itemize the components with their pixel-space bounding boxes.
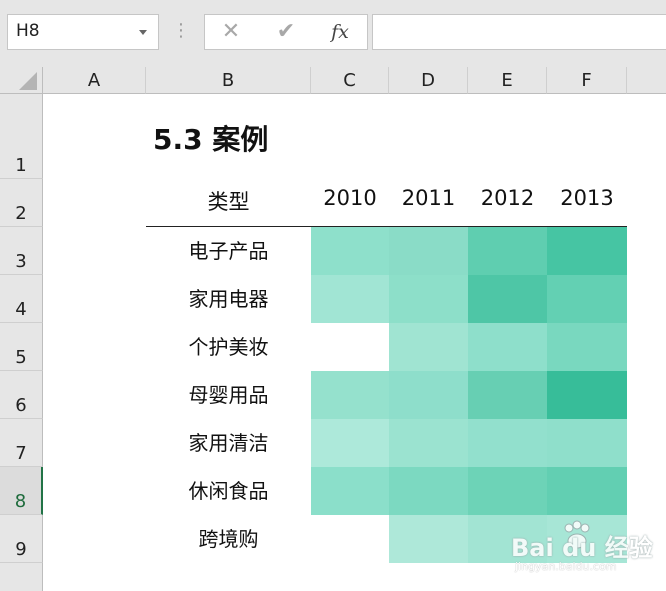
enter-icon[interactable]: ✔ [266,14,306,50]
heatmap-cell[interactable] [468,419,547,467]
heatmap-grid [311,227,627,563]
row-header-9[interactable]: 9 [0,515,43,563]
heatmap-cell[interactable] [389,371,468,419]
header-year-2010: 2010 [323,186,377,210]
heatmap-cell[interactable] [389,275,468,323]
heatmap-cell[interactable] [547,467,627,515]
heatmap-cell[interactable] [389,323,468,371]
heatmap-cell[interactable] [311,467,389,515]
column-header-f[interactable]: F [547,67,627,94]
heatmap-cell[interactable] [389,515,468,563]
column-header-d[interactable]: D [389,67,468,94]
formula-input[interactable] [372,14,666,50]
header-year-2012: 2012 [480,186,535,210]
category-label[interactable]: 休闲食品 [146,467,311,515]
row-header-3[interactable]: 3 [0,227,43,275]
column-header-c[interactable]: C [311,67,389,94]
column-header-b[interactable]: B [146,67,311,94]
row-header-1[interactable]: 1 [0,94,43,179]
row-header-8[interactable]: 8 [0,467,43,515]
header-year-2013: 2013 [560,186,614,210]
category-label[interactable]: 跨境购 [146,515,311,563]
heatmap-cell[interactable] [389,467,468,515]
cancel-icon[interactable]: ✕ [211,14,251,50]
category-label[interactable]: 家用清洁 [146,419,311,467]
heatmap-cell[interactable] [389,419,468,467]
heatmap-cell[interactable] [311,515,389,563]
heatmap-cell[interactable] [468,467,547,515]
column-header-a[interactable]: A [43,67,146,94]
watermark-logo-text: Bai du 经验 [511,534,653,562]
heatmap-cell[interactable] [311,227,389,275]
category-label[interactable]: 家用电器 [146,275,311,323]
column-header-g[interactable] [627,67,666,94]
row-header-2[interactable]: 2 [0,179,43,227]
select-all-icon [19,72,37,90]
row-header-10[interactable] [0,563,43,591]
sheet-title: 5.3 案例 [153,123,269,156]
heatmap-cell[interactable] [311,419,389,467]
heatmap-cell[interactable] [468,323,547,371]
heatmap-cell[interactable] [547,371,627,419]
row-header-6[interactable]: 6 [0,371,43,419]
heatmap-cell[interactable] [311,371,389,419]
heatmap-cell[interactable] [468,371,547,419]
category-label[interactable]: 母婴用品 [146,371,311,419]
heatmap-cell[interactable] [311,275,389,323]
category-label[interactable]: 个护美妆 [146,323,311,371]
baidu-watermark: Bai du 经验 jingyan.baidu.com [505,518,665,578]
row-header-5[interactable]: 5 [0,323,43,371]
header-type-label: 类型 [207,190,250,214]
header-year-2011: 2011 [401,186,456,210]
watermark-url: jingyan.baidu.com [515,560,617,573]
heatmap-cell[interactable] [468,227,547,275]
column-header-e[interactable]: E [468,67,547,94]
formula-bar-separator-icon: ⋮ [172,20,190,41]
name-box[interactable]: H8 [7,14,159,50]
heatmap-cell[interactable] [468,275,547,323]
name-box-dropdown-icon[interactable] [139,30,147,35]
insert-function-icon[interactable]: fx [320,14,360,50]
heatmap-cell[interactable] [547,275,627,323]
row-header-7[interactable]: 7 [0,419,43,467]
heatmap-cell[interactable] [311,323,389,371]
heatmap-cell[interactable] [547,227,627,275]
category-label[interactable]: 电子产品 [146,227,311,275]
heatmap-cell[interactable] [547,419,627,467]
row-header-4[interactable]: 4 [0,275,43,323]
heatmap-cell[interactable] [547,323,627,371]
heatmap-cell[interactable] [389,227,468,275]
